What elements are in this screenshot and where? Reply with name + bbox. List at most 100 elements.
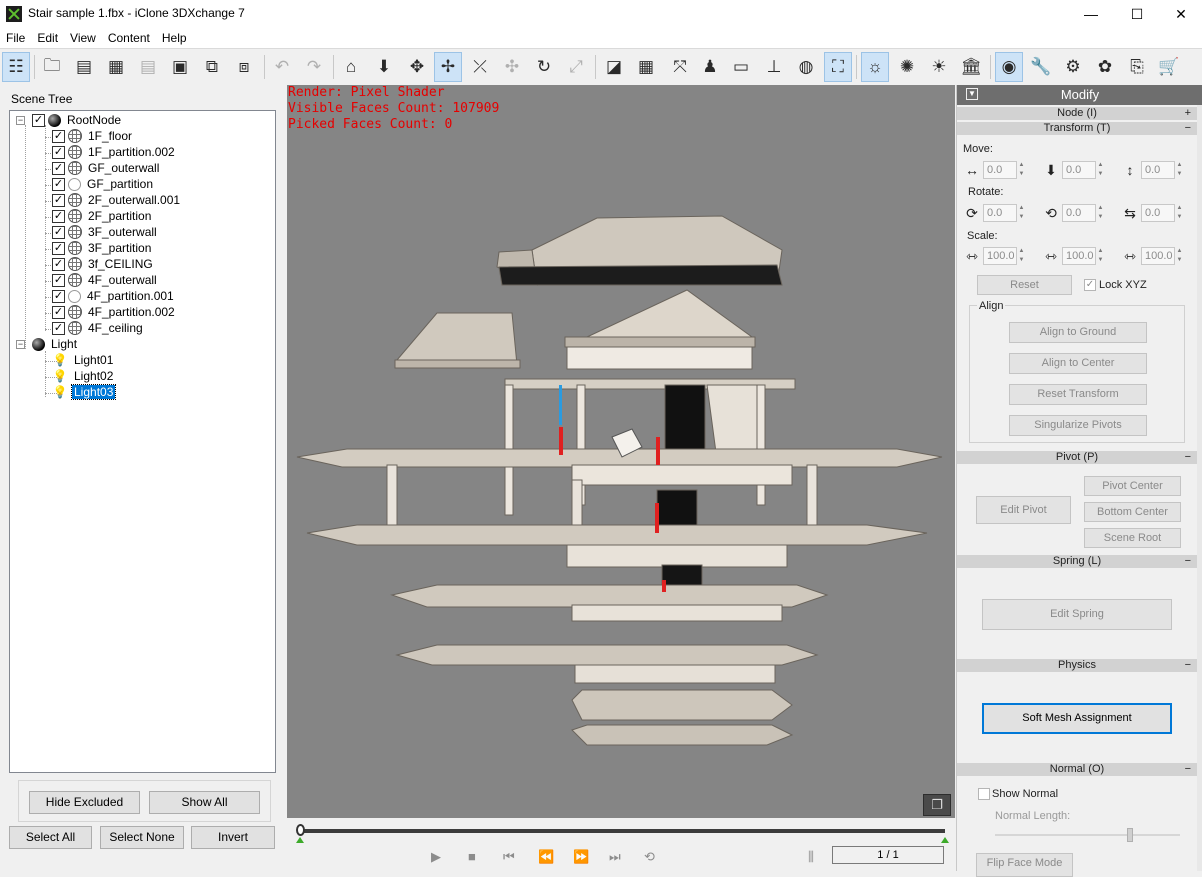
rootnode-collapse-toggle[interactable]: − — [16, 116, 25, 125]
spinner-arrows[interactable]: ▲ ▼ — [1175, 247, 1184, 265]
tree-item-mesh[interactable]: ✓ 3f_CEILING — [52, 256, 155, 272]
open-folder-icon[interactable]: 🗀 — [38, 52, 66, 82]
tree-item-mesh[interactable]: ✓ 4F_partition.001 — [52, 288, 176, 304]
first-frame-icon[interactable]: ⏮ — [503, 849, 515, 865]
tree-item-mesh[interactable]: ✓ 3F_partition — [52, 240, 153, 256]
spinner-value[interactable]: 0.0 — [983, 161, 1017, 179]
modify-panel-scrollbar[interactable] — [1197, 105, 1202, 871]
spinner-value[interactable]: 100.0 — [1141, 247, 1175, 265]
spinner-value[interactable]: 0.0 — [1141, 161, 1175, 179]
convert-icon[interactable]: ⧈ — [230, 52, 258, 82]
visibility-checkbox[interactable]: ✓ — [52, 145, 65, 159]
rootnode-checkbox[interactable]: ✓ — [32, 113, 45, 127]
tree-item-light[interactable]: 💡 Light01 — [52, 352, 115, 368]
stop-icon[interactable]: ■ — [468, 849, 476, 864]
move-x-spinner[interactable]: ↔ 0.0 ▲ ▼ — [963, 161, 1026, 179]
menu-help[interactable]: Help — [156, 28, 193, 45]
menu-file[interactable]: File — [0, 28, 31, 45]
spinner-arrows[interactable]: ▲ ▼ — [1096, 247, 1105, 265]
spinner-value[interactable]: 0.0 — [983, 204, 1017, 222]
singularize-pivots-button[interactable]: Singularize Pivots — [1009, 415, 1147, 436]
tree-item-mesh[interactable]: ✓ 4F_partition.002 — [52, 304, 177, 320]
visibility-checkbox[interactable]: ✓ — [52, 177, 65, 191]
move-y-spinner[interactable]: ⬇ 0.0 ▲ ▼ — [1042, 161, 1105, 179]
bottom-center-button[interactable]: Bottom Center — [1084, 502, 1181, 522]
menu-content[interactable]: Content — [102, 28, 156, 45]
globe-icon[interactable]: ◍ — [792, 52, 820, 82]
import-ic-icon[interactable]: ▤ — [70, 52, 98, 82]
align-to-center-button[interactable]: Align to Center — [1009, 353, 1147, 374]
tree-item-mesh[interactable]: ✓ 1F_floor — [52, 128, 134, 144]
import-fbx-icon[interactable]: ▦ — [102, 52, 130, 82]
drop-to-ground-icon[interactable]: ⬇ — [370, 52, 398, 82]
section-physics[interactable]: Physics − — [957, 659, 1197, 672]
tree-item-mesh[interactable]: ✓ 3F_outerwall — [52, 224, 159, 240]
dropdown-arrow-icon[interactable]: ▼ — [966, 88, 978, 100]
visibility-checkbox[interactable]: ✓ — [52, 305, 65, 319]
rotate-y-spinner[interactable]: ⟲ 0.0 ▲ ▼ — [1042, 204, 1105, 222]
timeline-thumb[interactable] — [296, 824, 305, 836]
visibility-checkbox[interactable]: ✓ — [52, 257, 65, 271]
tree-item-mesh[interactable]: ✓ 4F_ceiling — [52, 320, 145, 336]
visibility-checkbox[interactable]: ✓ — [52, 193, 65, 207]
export-icon[interactable]: ⧉ — [198, 52, 226, 82]
tree-item-mesh[interactable]: ✓ 4F_outerwall — [52, 272, 159, 288]
maximize-button[interactable]: ☐ — [1114, 0, 1160, 28]
reset-transform-button[interactable]: Reset Transform — [1009, 384, 1147, 405]
cart-icon[interactable]: 🛒 — [1155, 52, 1183, 82]
prev-frame-icon[interactable]: ⏪ — [538, 849, 554, 865]
scene-root-button[interactable]: Scene Root — [1084, 528, 1181, 548]
lock-xyz-checkbox[interactable]: ✓ — [1084, 279, 1096, 291]
frame-counter[interactable]: 1 / 1 — [832, 846, 944, 864]
next-frame-icon[interactable]: ⏩ — [573, 849, 589, 865]
scale-x-spinner[interactable]: ⇿ 100.0 ▲ ▼ — [963, 247, 1026, 265]
edit-spring-button[interactable]: Edit Spring — [982, 599, 1172, 630]
visibility-checkbox[interactable]: ✓ — [52, 241, 65, 255]
visibility-checkbox[interactable]: ✓ — [52, 321, 65, 335]
spinner-arrows[interactable]: ▲ ▼ — [1175, 204, 1184, 222]
tree-item-light-group[interactable]: Light — [32, 336, 79, 352]
building-icon[interactable]: 🏛 — [957, 52, 985, 82]
spinner-arrows[interactable]: ▲ ▼ — [1096, 161, 1105, 179]
spinner-arrows[interactable]: ▲ ▼ — [1175, 161, 1184, 179]
edit-pivot-button[interactable]: Edit Pivot — [976, 496, 1071, 524]
normal-length-slider[interactable] — [995, 834, 1180, 836]
visibility-checkbox[interactable]: ✓ — [52, 225, 65, 239]
home-icon[interactable]: ⌂ — [337, 52, 365, 82]
timeline-track[interactable] — [299, 829, 945, 833]
move-icon[interactable]: ✥ — [403, 52, 431, 82]
tree-item-mesh[interactable]: ✓ GF_partition — [52, 176, 155, 192]
scale-z-spinner[interactable]: ⇿ 100.0 ▲ ▼ — [1121, 247, 1184, 265]
expression-icon[interactable]: ✿ — [1091, 52, 1119, 82]
spinner-arrows[interactable]: ▲ ▼ — [1017, 204, 1026, 222]
spinner-value[interactable]: 0.0 — [1062, 161, 1096, 179]
spinner-arrows[interactable]: ▲ ▼ — [1017, 247, 1026, 265]
redo-icon[interactable]: ↷ — [300, 52, 328, 82]
reset-button[interactable]: Reset — [977, 275, 1072, 295]
sun-icon[interactable]: ☀ — [925, 52, 953, 82]
visibility-checkbox[interactable]: ✓ — [52, 289, 65, 303]
visibility-checkbox[interactable]: ✓ — [52, 273, 65, 287]
undo-icon[interactable]: ↶ — [268, 52, 296, 82]
export-fbx-icon[interactable]: ⎘ — [1123, 52, 1151, 82]
tree-item-mesh[interactable]: ✓ 2F_outerwall.001 — [52, 192, 182, 208]
sphere-icon[interactable]: ◉ — [995, 52, 1023, 82]
light-collapse-toggle[interactable]: − — [16, 340, 25, 349]
tree-item-mesh[interactable]: ✓ 1F_partition.002 — [52, 144, 177, 160]
box-icon[interactable]: ▭ — [727, 52, 755, 82]
ground-icon[interactable]: ⊥ — [760, 52, 788, 82]
section-spring[interactable]: Spring (L) − — [957, 555, 1197, 568]
section-pivot[interactable]: Pivot (P) − — [957, 451, 1197, 464]
menu-view[interactable]: View — [64, 28, 102, 45]
zoom-extent-icon[interactable]: ⤢ — [562, 52, 590, 82]
pan-icon[interactable]: ✣ — [498, 52, 526, 82]
rotate-icon[interactable]: ✢ — [434, 52, 462, 82]
visibility-checkbox[interactable]: ✓ — [52, 161, 65, 175]
grid-icon[interactable]: ▦ — [632, 52, 660, 82]
section-transform[interactable]: Transform (T) − — [957, 122, 1197, 135]
import-obj-icon[interactable]: ▣ — [166, 52, 194, 82]
hide-excluded-button[interactable]: Hide Excluded — [29, 791, 140, 814]
visibility-checkbox[interactable]: ✓ — [52, 209, 65, 223]
fit-view-icon[interactable]: ⛶ — [824, 52, 852, 82]
render-mode-icon[interactable]: ◪ — [600, 52, 628, 82]
